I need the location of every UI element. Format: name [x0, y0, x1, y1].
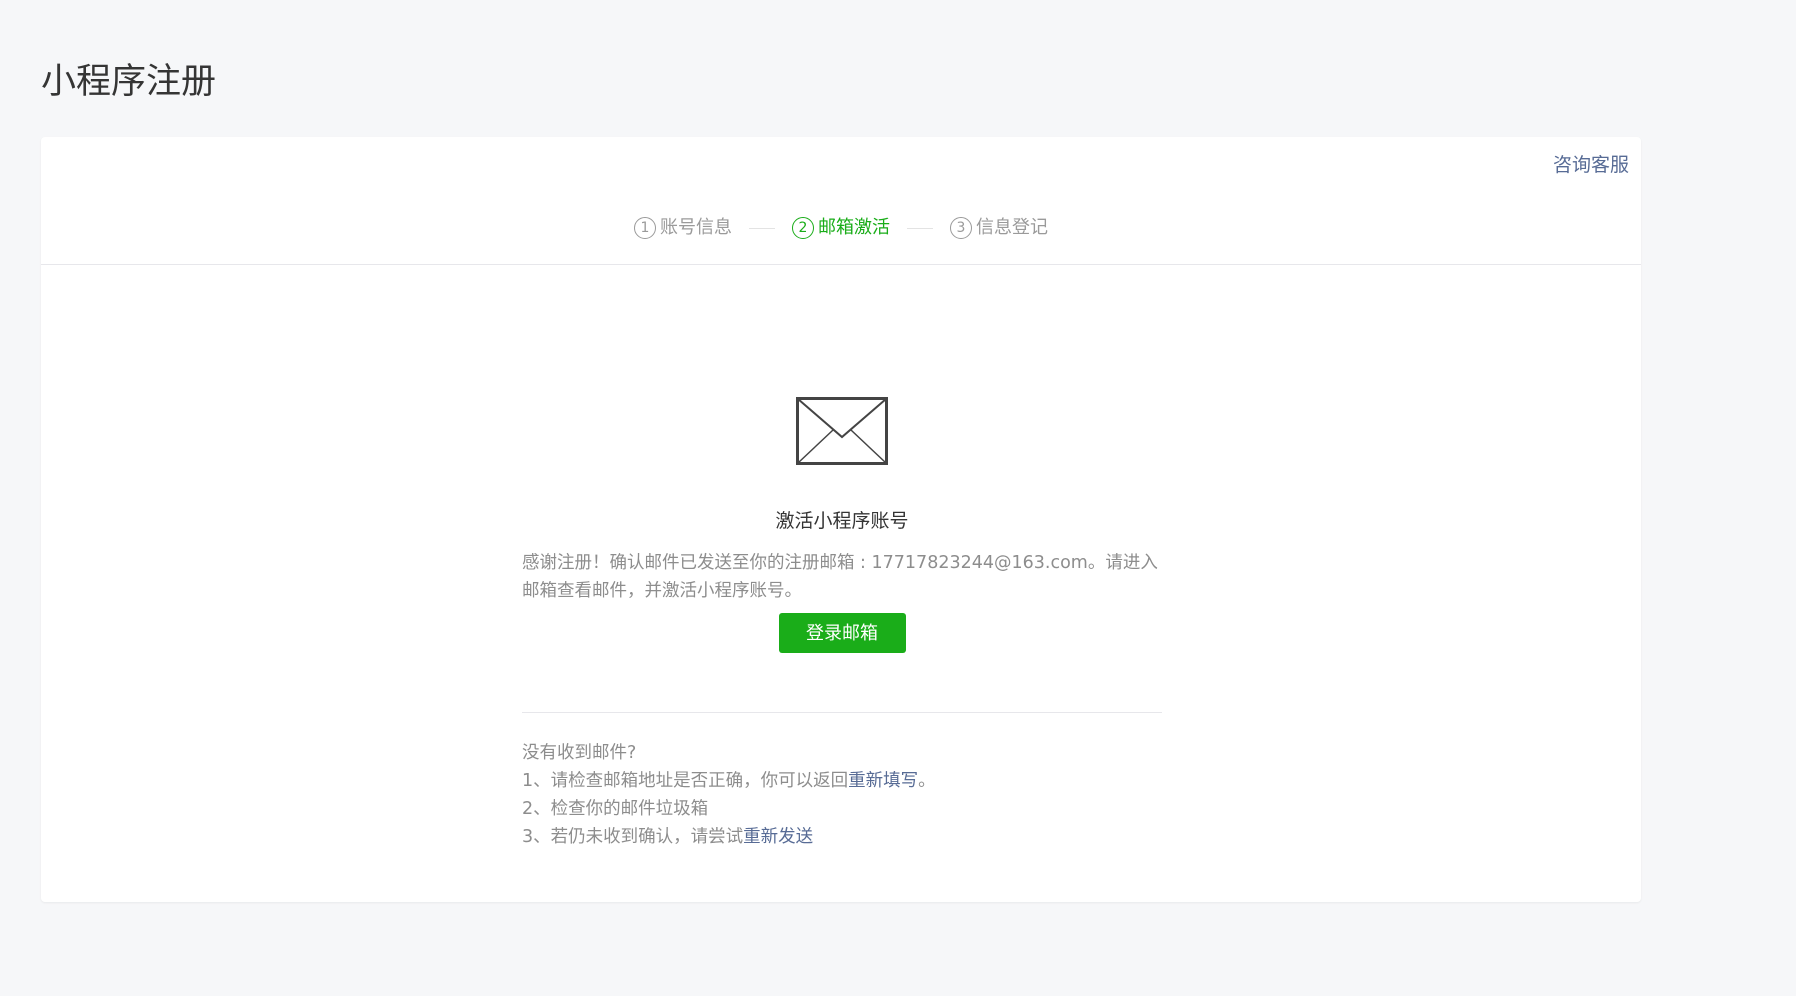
step-number-icon: 1: [634, 217, 656, 239]
activation-content: 激活小程序账号 感谢注册！确认邮件已发送至你的注册邮箱 : 1771782324…: [522, 397, 1162, 851]
consult-service-link[interactable]: 咨询客服: [1553, 151, 1629, 179]
step-separator: [907, 227, 933, 229]
step-indicator: 1 账号信息 2 邮箱激活 3 信息登记: [41, 215, 1641, 241]
help-line-3: 3、若仍未收到确认，请尝试重新发送: [522, 823, 1162, 851]
step-separator: [749, 227, 775, 229]
help-line-1-suffix: 。: [918, 771, 936, 791]
step-label: 信息登记: [976, 217, 1048, 238]
login-email-button[interactable]: 登录邮箱: [778, 613, 906, 653]
step-number-icon: 2: [792, 217, 814, 239]
card-divider: [41, 264, 1641, 265]
help-heading: 没有收到邮件?: [522, 743, 637, 763]
step-account-info: 1 账号信息: [634, 215, 732, 241]
page-title: 小程序注册: [41, 62, 217, 102]
help-section: 没有收到邮件? 1、请检查邮箱地址是否正确，你可以返回重新填写。 2、检查你的邮…: [522, 739, 1162, 851]
refill-link[interactable]: 重新填写: [848, 771, 918, 791]
resend-link[interactable]: 重新发送: [743, 827, 813, 847]
activation-title: 激活小程序账号: [775, 510, 909, 532]
step-email-activation: 2 邮箱激活: [792, 215, 890, 241]
mail-envelope-icon: [796, 397, 888, 465]
help-line-2: 2、检查你的邮件垃圾箱: [522, 799, 709, 819]
help-line-1: 1、请检查邮箱地址是否正确，你可以返回重新填写。: [522, 767, 1162, 795]
registration-card: 咨询客服 1 账号信息 2 邮箱激活 3 信息登记 激活小程序账号 感谢注册！确…: [41, 137, 1641, 902]
help-line-1-text: 1、请检查邮箱地址是否正确，你可以返回: [522, 771, 849, 791]
activation-description: 感谢注册！确认邮件已发送至你的注册邮箱 : 17717823244@163.co…: [522, 553, 1158, 601]
step-info-registration: 3 信息登记: [950, 215, 1048, 241]
step-number-icon: 3: [950, 217, 972, 239]
content-divider: [522, 712, 1162, 713]
help-line-3-text: 3、若仍未收到确认，请尝试: [522, 827, 744, 847]
step-label: 账号信息: [660, 217, 732, 238]
step-label: 邮箱激活: [818, 217, 890, 238]
